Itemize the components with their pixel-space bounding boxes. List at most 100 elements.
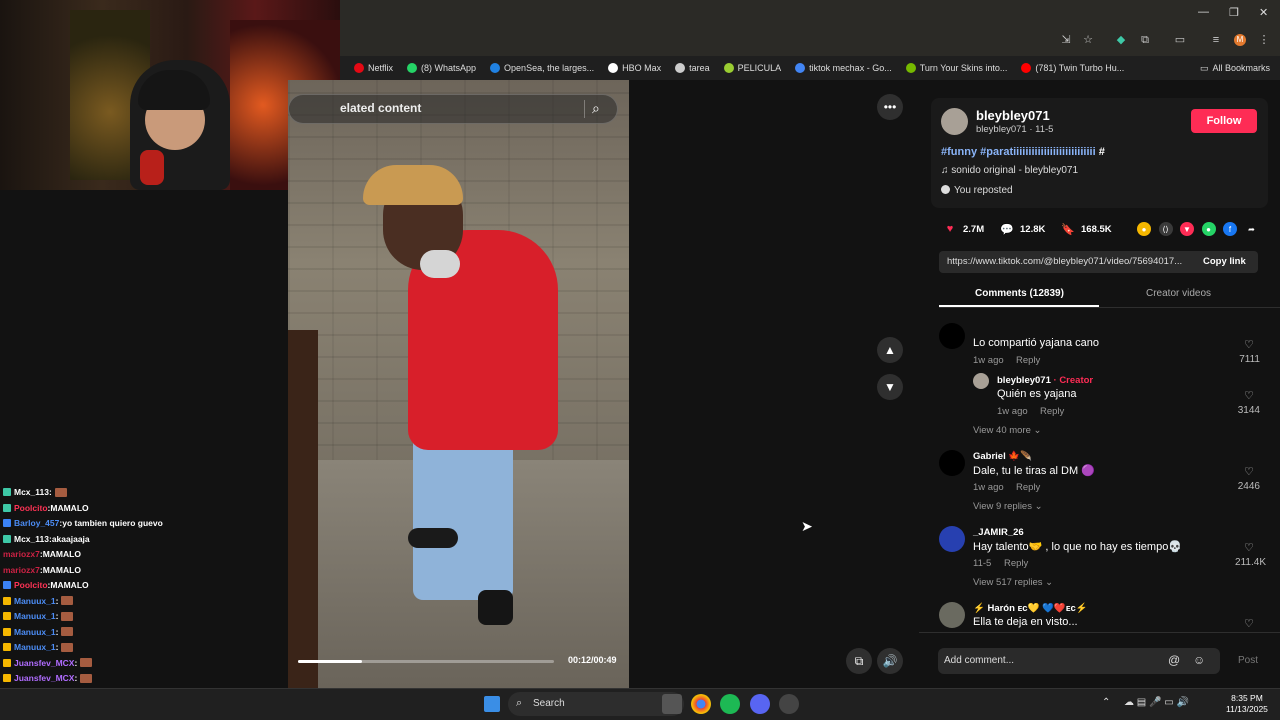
- bookmark-item[interactable]: tiktok mechax - Go...: [795, 63, 892, 73]
- video-player[interactable]: [288, 80, 629, 688]
- avatar[interactable]: [939, 602, 965, 628]
- extensions-icon[interactable]: ⧉: [1139, 34, 1151, 46]
- post-description[interactable]: #funny #paratiiiiiiiiiiiiiiiiiiiiiiiiiii…: [941, 146, 1105, 158]
- profile-avatar[interactable]: M: [1234, 34, 1246, 46]
- chevron-up-icon[interactable]: ▲: [877, 337, 903, 363]
- facebook-icon[interactable]: f: [1223, 222, 1237, 236]
- windows-start-icon[interactable]: [484, 696, 500, 712]
- tab-comments[interactable]: Comments (12839): [975, 288, 1064, 299]
- install-app-icon[interactable]: ⇲: [1060, 34, 1072, 46]
- repost-share-icon[interactable]: ▼: [1180, 222, 1194, 236]
- heart-icon[interactable]: ♡: [1244, 338, 1254, 351]
- view-more-replies[interactable]: View 9 replies ⌄: [973, 501, 1043, 512]
- reply-button[interactable]: Reply: [1040, 406, 1064, 417]
- reply-button[interactable]: Reply: [1016, 482, 1040, 493]
- comment-author[interactable]: Gabriel 🍁🪶: [973, 451, 1032, 462]
- chat-username[interactable]: Poolcito: [14, 580, 48, 590]
- chat-username[interactable]: mariozx7: [3, 565, 40, 575]
- chat-username[interactable]: Manuux_1: [14, 611, 56, 621]
- avatar[interactable]: [973, 373, 989, 389]
- post-link[interactable]: https://www.tiktok.com/@bleybley071/vide…: [947, 256, 1191, 267]
- bookmark-item[interactable]: tarea: [675, 63, 710, 73]
- chat-username[interactable]: Manuux_1: [14, 627, 56, 637]
- chat-badge-icon: [3, 488, 11, 496]
- bookmark-item[interactable]: PELICULA: [723, 63, 781, 73]
- bookmark-item[interactable]: HBO Max: [608, 63, 661, 73]
- mention-icon[interactable]: @: [1168, 653, 1180, 667]
- all-bookmarks-label: All Bookmarks: [1212, 63, 1270, 73]
- heart-icon[interactable]: ♡: [1244, 617, 1254, 630]
- chat-username[interactable]: Manuux_1: [14, 596, 56, 606]
- sound-line[interactable]: ♫ sonido original - bleybley071: [941, 165, 1078, 176]
- avatar[interactable]: [939, 526, 965, 552]
- emoji-icon[interactable]: ☺: [1193, 653, 1205, 667]
- chat-username[interactable]: Juansfev_MCX: [14, 658, 74, 668]
- chevron-up-icon[interactable]: ⌃: [1102, 697, 1110, 708]
- tab-creator-videos[interactable]: Creator videos: [1146, 288, 1211, 299]
- chevron-down-icon[interactable]: ▼: [877, 374, 903, 400]
- chat-username[interactable]: Juansfev_MCX: [14, 673, 74, 683]
- comment-author[interactable]: bleybley071 · Creator: [997, 375, 1093, 386]
- restore-button[interactable]: ❐: [1229, 6, 1239, 19]
- comment-author[interactable]: _JAMIR_26: [973, 527, 1024, 538]
- bookmark-item[interactable]: OpenSea, the larges...: [490, 63, 594, 73]
- bookmark-item[interactable]: (8) WhatsApp: [407, 63, 476, 73]
- more-options-icon[interactable]: •••: [877, 94, 903, 120]
- close-button[interactable]: ✕: [1259, 6, 1268, 19]
- taskbar-clock[interactable]: 8:35 PM 11/13/2025: [1226, 693, 1268, 715]
- share-arrow-icon[interactable]: ➦: [1244, 222, 1259, 236]
- heart-icon[interactable]: ♡: [1244, 389, 1254, 402]
- chrome-icon[interactable]: [691, 694, 711, 714]
- chat-separator: :: [55, 642, 59, 652]
- search-icon[interactable]: ⌕: [592, 100, 600, 117]
- reply-button[interactable]: Reply: [1016, 355, 1040, 366]
- all-bookmarks-button[interactable]: ▭ All Bookmarks: [1200, 63, 1270, 74]
- bookmark-item[interactable]: (781) Twin Turbo Hu...: [1021, 63, 1124, 73]
- bookmark-item[interactable]: Turn Your Skins into...: [905, 63, 1007, 73]
- shield-extension-icon[interactable]: ◆: [1115, 34, 1127, 46]
- bookmark-label: (8) WhatsApp: [421, 63, 477, 73]
- split-view-icon[interactable]: ▭: [1174, 34, 1186, 46]
- volume-icon[interactable]: 🔊: [877, 648, 903, 674]
- hashtags[interactable]: #funny #paratiiiiiiiiiiiiiiiiiiiiiiiiiii: [941, 146, 1096, 158]
- reply-button[interactable]: Reply: [1004, 558, 1028, 569]
- chat-text: yo tambien quiero guevo: [62, 518, 163, 528]
- heart-icon[interactable]: ♡: [1244, 541, 1254, 554]
- bookmark-star-icon[interactable]: ☆: [1082, 34, 1094, 46]
- avatar[interactable]: [939, 450, 965, 476]
- post-button[interactable]: Post: [1238, 655, 1258, 666]
- browser-menu-icon[interactable]: ⋮: [1258, 34, 1270, 46]
- like-button[interactable]: ♥ 2.7M: [943, 222, 984, 236]
- media-control-icon[interactable]: ≡: [1210, 34, 1222, 46]
- avatar[interactable]: [939, 323, 965, 349]
- comment-button[interactable]: 💬 12.8K: [1000, 222, 1045, 236]
- obs-icon[interactable]: [779, 694, 799, 714]
- clock-date: 11/13/2025: [1226, 704, 1268, 714]
- heart-icon[interactable]: ♡: [1244, 465, 1254, 478]
- chat-username[interactable]: Mcx_113: [14, 534, 49, 544]
- chat-username[interactable]: mariozx7: [3, 549, 40, 559]
- save-button[interactable]: 🔖 168.5K: [1061, 222, 1112, 236]
- view-more-replies[interactable]: View 517 replies ⌄: [973, 577, 1053, 588]
- author-name[interactable]: bleybley071: [976, 108, 1050, 123]
- file-explorer-icon[interactable]: [662, 694, 682, 714]
- copy-link-button[interactable]: Copy link: [1203, 256, 1246, 267]
- chat-username[interactable]: Manuux_1: [14, 642, 56, 652]
- comment-author[interactable]: ⚡ Harón ᴇᴄ💛 💙❤️ᴇᴄ⚡: [973, 603, 1088, 614]
- chat-username[interactable]: Barloy_457: [14, 518, 59, 528]
- tray-icons[interactable]: ☁ ▤ 🎤 ▭ 🔊: [1124, 697, 1189, 708]
- chat-username[interactable]: Mcx_113: [14, 487, 49, 497]
- minimize-button[interactable]: —: [1198, 6, 1209, 18]
- view-more-replies[interactable]: View 40 more ⌄: [973, 425, 1042, 436]
- chat-username[interactable]: Poolcito: [14, 503, 48, 513]
- whatsapp-icon[interactable]: ●: [1201, 222, 1216, 236]
- bookmark-item[interactable]: Netflix: [354, 63, 393, 73]
- follow-button[interactable]: Follow: [1191, 109, 1257, 133]
- spotify-icon[interactable]: [720, 694, 740, 714]
- avatar[interactable]: [941, 108, 968, 135]
- coin-share-icon[interactable]: ●: [1137, 222, 1151, 236]
- search-input[interactable]: [288, 94, 618, 124]
- embed-icon[interactable]: ⟨⟩: [1158, 222, 1173, 236]
- discord-icon[interactable]: [750, 694, 770, 714]
- pip-icon[interactable]: ⧉: [846, 648, 872, 674]
